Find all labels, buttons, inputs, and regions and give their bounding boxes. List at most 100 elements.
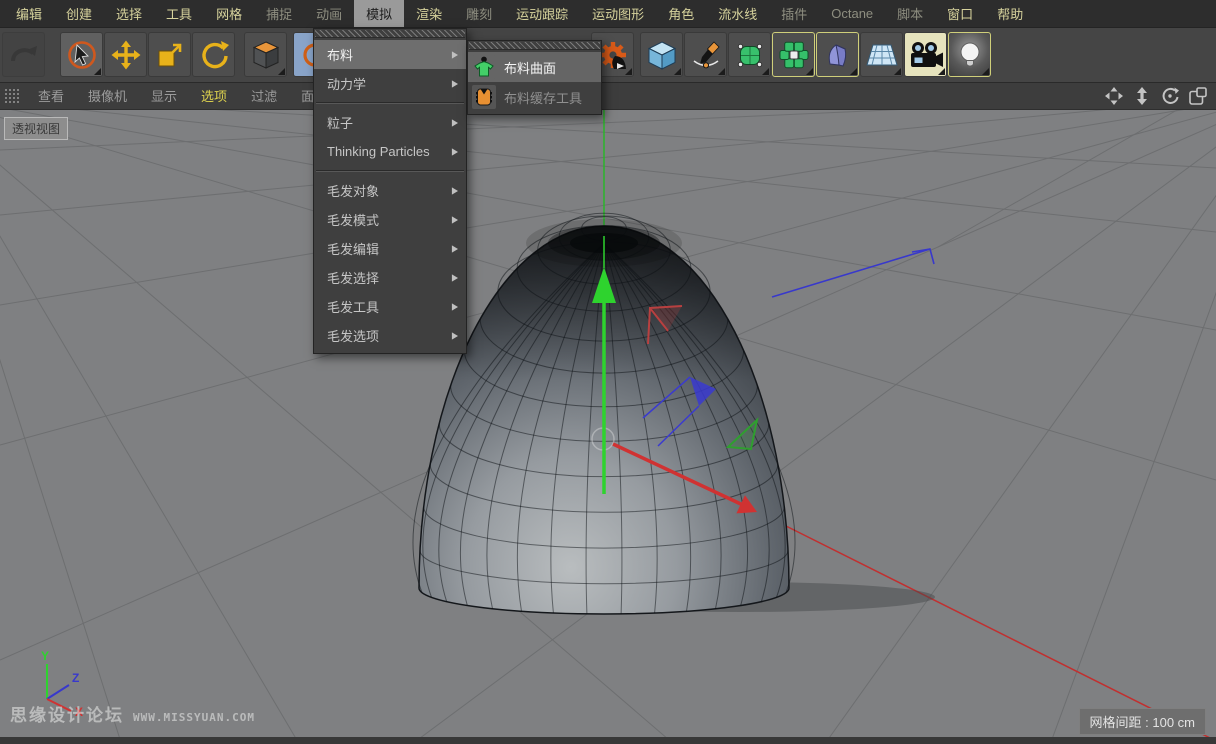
dropdown-item-label: 布料 — [327, 45, 353, 64]
scale-button[interactable] — [148, 32, 191, 77]
dropdown-item-8[interactable]: 毛发编辑▶ — [314, 234, 466, 263]
camera-button[interactable] — [904, 32, 947, 77]
menubar-item-5[interactable]: 捕捉 — [254, 0, 304, 27]
dropdown-item-3[interactable]: 粒子▶ — [314, 108, 466, 137]
viewport-drag-handle-icon[interactable] — [4, 88, 20, 104]
menubar-item-14[interactable]: 插件 — [769, 0, 819, 27]
dropdown-item-9[interactable]: 毛发选择▶ — [314, 263, 466, 292]
menubar-item-9[interactable]: 雕刻 — [454, 0, 504, 27]
dropdown-item-label: 毛发模式 — [327, 210, 379, 229]
menu-tearoff-strip[interactable] — [315, 30, 465, 38]
dropdown-item-1[interactable]: 动力学▶ — [314, 69, 466, 98]
zoom-icon[interactable] — [1132, 86, 1152, 106]
viewport-canvas[interactable]: YZX 透视视图 思缘设计论坛 WWW.MISSYUAN.COM 网格间距 : … — [0, 110, 1216, 744]
submenu-arrow-icon: ▶ — [452, 78, 458, 89]
undo-button[interactable] — [2, 32, 45, 77]
dropdown-item-0[interactable]: 布料 ▶ — [314, 40, 466, 69]
submenu-arrow-icon: ▶ — [452, 117, 458, 128]
mograph-button[interactable] — [772, 32, 815, 77]
viewport-menu-item-4[interactable]: 过滤 — [239, 82, 289, 109]
flyout-corner-icon — [762, 68, 769, 75]
maximize-icon[interactable] — [1188, 86, 1208, 106]
rotate-button[interactable] — [192, 32, 235, 77]
move-button[interactable] — [104, 32, 147, 77]
3d-scene[interactable]: YZX — [0, 110, 1216, 744]
submenu-arrow-icon: ▶ — [452, 146, 458, 157]
menubar-item-4[interactable]: 网格 — [204, 0, 254, 27]
submenu-arrow-icon: ▶ — [452, 49, 458, 60]
cloth-cache-icon — [472, 85, 496, 109]
viewport-name-label: 透视视图 — [4, 117, 68, 140]
subdivision-surface-button[interactable] — [728, 32, 771, 77]
rotate-icon — [199, 40, 229, 70]
cloth-surface-icon — [472, 55, 496, 79]
rotate-view-icon[interactable] — [1160, 86, 1180, 106]
flyout-corner-icon — [625, 68, 632, 75]
camera-icon — [908, 41, 944, 69]
menubar-item-12[interactable]: 角色 — [656, 0, 706, 27]
dropdown-item-6[interactable]: 毛发对象▶ — [314, 176, 466, 205]
make-editable-button[interactable] — [244, 32, 287, 77]
spline-pen-icon — [691, 40, 721, 70]
environment-floor-icon — [866, 41, 898, 69]
flyout-corner-icon — [850, 68, 857, 75]
pan-icon[interactable] — [1104, 86, 1124, 106]
submenu-arrow-icon: ▶ — [452, 272, 458, 283]
submenu-item-0[interactable]: 布料曲面 — [468, 52, 601, 82]
submenu-arrow-icon: ▶ — [452, 301, 458, 312]
gizmo-y-label: Y — [41, 649, 49, 663]
cloth-submenu: 布料曲面布料缓存工具 — [467, 40, 602, 115]
dropdown-item-4[interactable]: Thinking Particles▶ — [314, 137, 466, 166]
viewport-nav-icons — [1104, 86, 1216, 106]
undo-icon — [8, 42, 40, 68]
viewport-menu-item-1[interactable]: 摄像机 — [76, 82, 139, 109]
menubar-item-2[interactable]: 选择 — [104, 0, 154, 27]
menubar-item-6[interactable]: 动画 — [304, 0, 354, 27]
toolbar — [0, 28, 1216, 83]
menubar-item-0[interactable]: 编辑 — [4, 0, 54, 27]
grid-spacing-status: 网格间距 : 100 cm — [1079, 708, 1206, 735]
deformer-icon — [823, 40, 853, 70]
menubar-item-17[interactable]: 窗口 — [935, 0, 985, 27]
menubar-item-3[interactable]: 工具 — [154, 0, 204, 27]
menubar-item-11[interactable]: 运动图形 — [580, 0, 656, 27]
dropdown-item-label: 毛发工具 — [327, 297, 379, 316]
dropdown-item-11[interactable]: 毛发选项▶ — [314, 321, 466, 350]
flyout-corner-icon — [278, 68, 285, 75]
dropdown-item-label: 毛发对象 — [327, 181, 379, 200]
live-selection-icon — [67, 40, 97, 70]
submenu-tearoff-strip[interactable] — [469, 42, 600, 50]
menubar-item-7[interactable]: 模拟 — [354, 0, 404, 27]
primitive-cube-button[interactable] — [640, 32, 683, 77]
menu-separator — [316, 102, 464, 104]
move-icon — [111, 40, 141, 70]
menubar-item-8[interactable]: 渲染 — [404, 0, 454, 27]
viewport-menu-item-3[interactable]: 选项 — [189, 82, 239, 109]
viewport-menubar: 查看摄像机显示选项过滤面板 — [0, 82, 1216, 110]
environment-floor-button[interactable] — [860, 32, 903, 77]
cinema4d-window: 编辑创建选择工具网格捕捉动画模拟渲染雕刻运动跟踪运动图形角色流水线插件Octan… — [0, 0, 1216, 744]
watermark-title: 思缘设计论坛 — [10, 701, 124, 726]
flyout-corner-icon — [718, 68, 725, 75]
simulate-dropdown-menu: 布料▶动力学▶粒子▶Thinking Particles▶毛发对象▶毛发模式▶毛… — [313, 28, 467, 354]
make-editable-icon — [251, 40, 281, 70]
viewport-menu-item-2[interactable]: 显示 — [139, 82, 189, 109]
viewport-menu-item-0[interactable]: 查看 — [26, 82, 76, 109]
deformer-button[interactable] — [816, 32, 859, 77]
light-button[interactable] — [948, 32, 991, 77]
menu-separator — [316, 170, 464, 172]
menubar-item-10[interactable]: 运动跟踪 — [504, 0, 580, 27]
submenu-item-label: 布料曲面 — [504, 58, 556, 77]
spline-pen-button[interactable] — [684, 32, 727, 77]
dropdown-item-10[interactable]: 毛发工具 ▶ — [314, 292, 466, 321]
menubar-item-18[interactable]: 帮助 — [985, 0, 1035, 27]
flyout-corner-icon — [674, 68, 681, 75]
mograph-icon — [778, 39, 810, 71]
menubar-item-15[interactable]: Octane — [819, 0, 885, 27]
menubar-item-1[interactable]: 创建 — [54, 0, 104, 27]
menubar-item-16[interactable]: 脚本 — [885, 0, 935, 27]
live-selection-button[interactable] — [60, 32, 103, 77]
submenu-item-1[interactable]: 布料缓存工具 — [468, 82, 601, 112]
menubar-item-13[interactable]: 流水线 — [706, 0, 769, 27]
dropdown-item-7[interactable]: 毛发模式▶ — [314, 205, 466, 234]
